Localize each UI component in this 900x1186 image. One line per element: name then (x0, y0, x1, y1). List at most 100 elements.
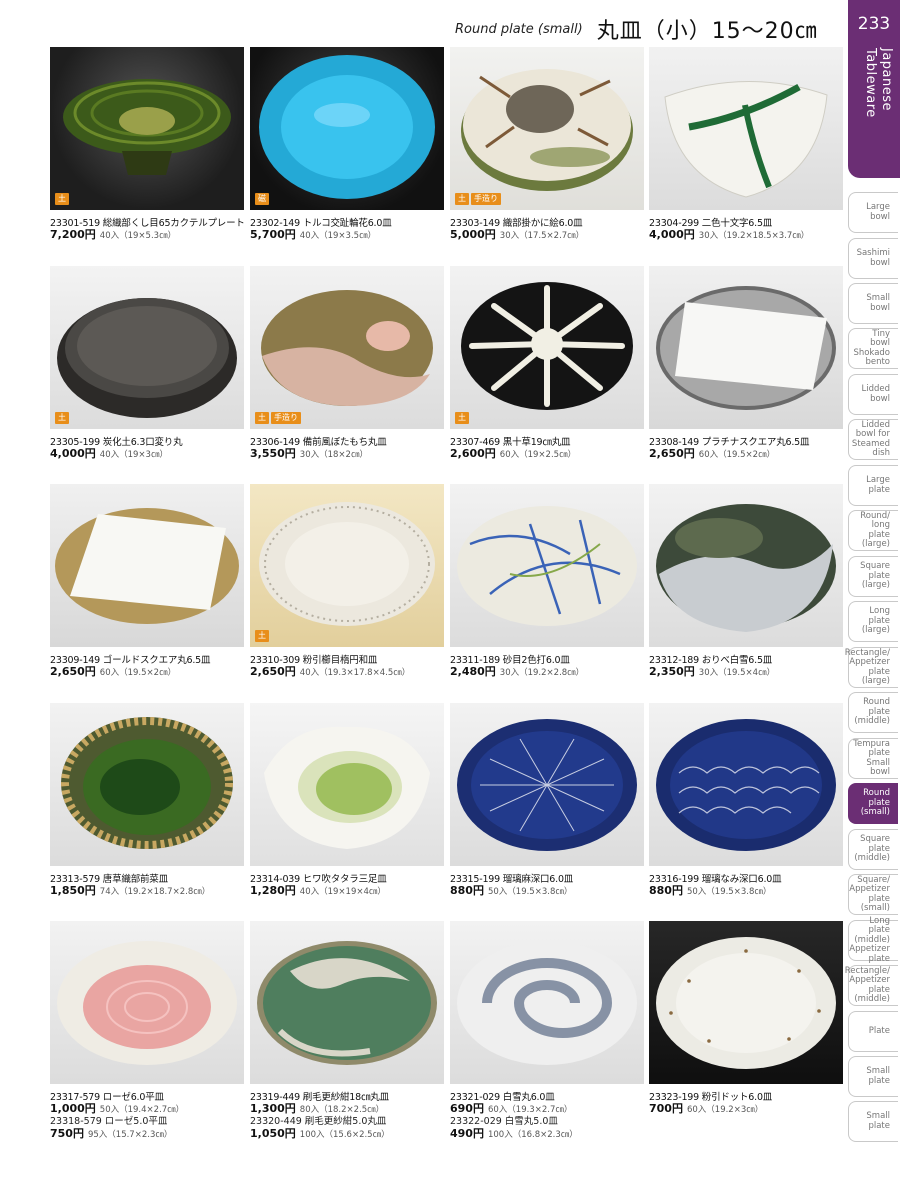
product-price: 4,000円 (649, 228, 695, 241)
product-card[interactable]: 23319-449 刷毛更紗紺18㎝丸皿 1,300円 80入（18.2×2.5㎝… (250, 921, 444, 1141)
product-code-name: 23313-579 唐草織部前菜皿 (50, 874, 168, 885)
sidebar-tab-8[interactable]: Round/ long plate (large) (848, 510, 898, 551)
product-price-line: 2,600円 60入（19×2.5㎝） (450, 448, 644, 461)
product-photo (250, 703, 444, 866)
product-code-name: 23317-579 ローゼ6.0平皿 (50, 1092, 164, 1103)
product-card[interactable]: 23316-199 瑠璃なみ深口6.0皿 880円 50入（19.5×3.8㎝） (649, 703, 843, 898)
product-price-line: 690円 60入（19.3×2.7㎝） (450, 1103, 644, 1116)
product-photo: 土手造り (250, 266, 444, 429)
sidebar-tab-4[interactable]: Tiny bowl Shokado bento (848, 328, 898, 369)
sidebar-tab-18[interactable]: Rectangle/ Appetizer plate (middle) (845, 965, 898, 1006)
product-card[interactable]: 23314-039 ヒワ吹タタラ三足皿 1,280円 40入（19×19×4㎝） (250, 703, 444, 898)
product-card[interactable]: 23323-199 粉引ドット6.0皿 700円 60入（19.2×3㎝） (649, 921, 843, 1116)
product-tags: 土 (55, 193, 69, 205)
product-card[interactable]: 23304-299 二色十文字6.5皿 4,000円 30入（19.2×18.5×… (649, 47, 843, 242)
product-card[interactable]: 土 23301-519 総織部くし目65カクテルプレート 7,200円 40入（1… (50, 47, 245, 242)
product-card[interactable]: 土手造り 23306-149 備前風ぼたもち丸皿 3,550円 30入（18×2㎝… (250, 266, 444, 461)
sidebar-tab-10[interactable]: Long plate (large) (848, 601, 898, 642)
product-tags: 磁 (255, 193, 269, 205)
sidebar-tab-13[interactable]: Tempura plate Small bowl (848, 738, 898, 779)
product-photo (250, 921, 444, 1084)
sidebar-tab-15[interactable]: Square plate (middle) (848, 829, 898, 870)
sidebar-tab-20[interactable]: Small plate (848, 1056, 898, 1097)
sidebar-tab-12[interactable]: Round plate (middle) (848, 692, 898, 733)
product-price-line: 2,350円 30入（19.5×4㎝） (649, 666, 843, 679)
product-qty-size: 30入（19.5×4㎝） (698, 668, 776, 678)
product-card[interactable]: 23312-189 おりべ白雪6.5皿 2,350円 30入（19.5×4㎝） (649, 484, 843, 679)
product-card[interactable]: 23309-149 ゴールドスクエア丸6.5皿 2,650円 60入（19.5×2… (50, 484, 244, 679)
sidebar-tab-19[interactable]: Plate (848, 1011, 898, 1052)
product-card[interactable]: 土 23305-199 炭化土6.3口変り丸 4,000円 40入（19×3㎝） (50, 266, 244, 461)
sidebar-tab-7[interactable]: Large plate (848, 465, 898, 506)
product-photo: 土 (250, 484, 444, 647)
product-photo (50, 484, 244, 647)
plate-image (457, 941, 637, 1065)
product-photo (649, 266, 843, 429)
sidebar-tab-16[interactable]: Square/ Appetizer plate (small) (848, 874, 898, 915)
product-tag: 土 (455, 193, 469, 205)
product-card[interactable]: 磁 23302-149 トルコ交趾輪花6.0皿 5,700円 40入（19×3.5… (250, 47, 444, 242)
product-tag: 手造り (271, 412, 301, 424)
sidebar-tab-14[interactable]: Round plate (small) (848, 783, 898, 824)
product-code-name: 23310-309 粉引櫛目楕円和皿 (250, 655, 378, 666)
product-qty-size: 50入（19.4×2.7㎝） (99, 1105, 185, 1115)
product-price-line-2: 1,050円 100入（15.6×2.5㎝） (250, 1128, 444, 1141)
product-card[interactable]: 23313-579 唐草織部前菜皿 1,850円 74入（19.2×18.7×2.… (50, 703, 244, 898)
product-code-name: 23316-199 瑠璃なみ深口6.0皿 (649, 874, 782, 885)
product-tag: 土 (255, 630, 269, 642)
product-price: 2,600円 (450, 447, 496, 460)
product-code-name: 23323-199 粉引ドット6.0皿 (649, 1092, 773, 1103)
product-price: 1,280円 (250, 884, 296, 897)
product-price-line: 4,000円 40入（19×3㎝） (50, 448, 244, 461)
sidebar-tab-9[interactable]: Square plate (large) (848, 556, 898, 597)
product-code-name: 23301-519 総織部くし目65カクテルプレート (50, 218, 245, 229)
section-label: Japanese Tableware (863, 48, 894, 118)
product-tags: 土 (55, 412, 69, 424)
product-price: 7,200円 (50, 228, 96, 241)
sidebar-tab-2[interactable]: Sashimi bowl (848, 238, 898, 279)
plate-image (264, 726, 430, 849)
product-price: 2,650円 (649, 447, 695, 460)
page-title-en: Round plate (small) (455, 21, 583, 37)
sidebar-tab-3[interactable]: Small bowl (848, 283, 898, 324)
product-card[interactable]: 23308-149 プラチナスクエア丸6.5皿 2,650円 60入（19.5×2… (649, 266, 843, 461)
product-card[interactable]: 23311-189 砂目2色打6.0皿 2,480円 30入（19.2×2.8㎝） (450, 484, 644, 679)
product-tags: 土手造り (255, 412, 301, 424)
product-price-line: 2,650円 60入（19.5×2㎝） (649, 448, 843, 461)
plate-image (656, 937, 836, 1069)
product-photo (450, 484, 644, 647)
product-price: 5,000円 (450, 228, 496, 241)
product-card[interactable]: 土 23307-469 黒十草19㎝丸皿 2,600円 60入（19×2.5㎝） (450, 266, 644, 461)
product-tag: 手造り (471, 193, 501, 205)
product-qty-size: 60入（19.5×2㎝） (698, 450, 776, 460)
product-card[interactable]: 土手造り 23303-149 織部掛かに絵6.0皿 5,000円 30入（17.5… (450, 47, 644, 242)
product-price-line: 1,300円 80入（18.2×2.5㎝） (250, 1103, 444, 1116)
plate-image (261, 290, 433, 406)
product-card[interactable]: 23317-579 ローゼ6.0平皿 1,000円 50入（19.4×2.7㎝） 2… (50, 921, 244, 1141)
plate-image (457, 506, 637, 626)
product-photo (50, 921, 244, 1084)
product-code-name: 23306-149 備前風ぼたもち丸皿 (250, 437, 387, 448)
page-badge: 233 Japanese Tableware (848, 0, 900, 178)
product-card[interactable]: 23315-199 瑠璃麻深口6.0皿 880円 50入（19.5×3.8㎝） (450, 703, 644, 898)
product-qty-size: 60入（19.5×2㎝） (99, 668, 177, 678)
product-code-name: 23319-449 刷毛更紗紺18㎝丸皿 (250, 1092, 389, 1103)
product-price-line-2: 750円 95入（15.7×2.3㎝） (50, 1128, 244, 1141)
product-qty-size: 60入（19.2×3㎝） (686, 1105, 764, 1115)
product-photo (50, 703, 244, 866)
sidebar-tab-1[interactable]: Large bowl (848, 192, 898, 233)
sidebar-tab-11[interactable]: Rectangle/ Appetizer plate (large) (845, 647, 898, 688)
sidebar-tab-6[interactable]: Lidded bowl for Steamed dish (848, 419, 898, 460)
product-qty-size: 74入（19.2×18.7×2.8㎝） (99, 887, 211, 897)
product-price: 1,300円 (250, 1102, 296, 1115)
sidebar-tab-17[interactable]: Long plate (middle) Appetizer plate (848, 916, 898, 964)
sidebar-tab-5[interactable]: Lidded bowl (848, 374, 898, 415)
product-card[interactable]: 23321-029 白雪丸6.0皿 690円 60入（19.3×2.7㎝） 2332… (450, 921, 644, 1141)
sidebar-tab-21[interactable]: Small plate (848, 1101, 898, 1142)
product-tag: 土 (255, 412, 269, 424)
product-card[interactable]: 土 23310-309 粉引櫛目楕円和皿 2,650円 40入（19.3×17.8… (250, 484, 444, 679)
product-qty-size: 40入（19×3.5㎝） (299, 231, 377, 241)
product-price-line: 5,000円 30入（17.5×2.7㎝） (450, 229, 644, 242)
product-price: 1,000円 (50, 1102, 96, 1115)
product-tags: 土 (455, 412, 469, 424)
